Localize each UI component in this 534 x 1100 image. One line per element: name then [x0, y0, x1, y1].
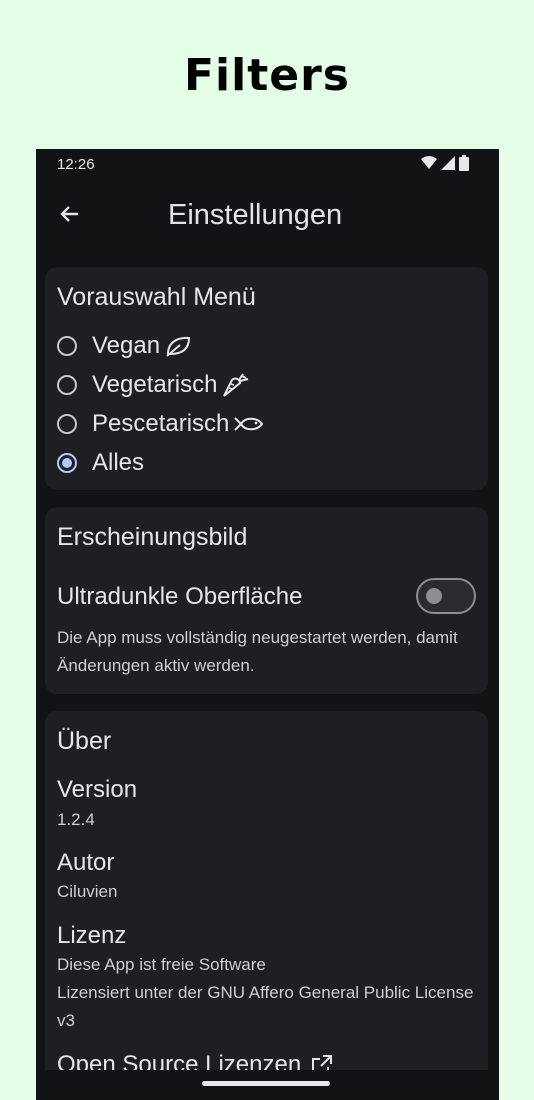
radio-option-all[interactable]: Alles	[57, 447, 144, 479]
appearance-card: Erscheinungsbild Ultradunkle Oberfläche …	[45, 507, 488, 694]
radio-option-vegetarian[interactable]: Vegetarisch	[57, 369, 251, 401]
app-bar: Einstellungen	[36, 189, 499, 245]
leaf-icon	[164, 334, 192, 358]
appearance-title: Erscheinungsbild	[57, 523, 248, 551]
radio-label: Pescetarisch	[92, 410, 230, 437]
phone-screen: 12:26 Einstellungen Vorauswahl Menü Vega…	[36, 149, 499, 1100]
ultradark-label: Ultradunkle Oberfläche	[57, 583, 303, 610]
about-card: Über Version 1.2.4 Autor Ciluvien Lizenz…	[45, 711, 488, 1091]
back-button[interactable]	[52, 197, 86, 231]
radio-button[interactable]	[57, 336, 77, 356]
status-bar: 12:26	[36, 149, 499, 179]
license-label: Lizenz	[57, 922, 127, 949]
radio-label: Vegetarisch	[92, 371, 218, 398]
radio-label: Vegan	[92, 332, 161, 359]
radio-button[interactable]	[57, 414, 77, 434]
signal-icon	[441, 156, 455, 170]
ultradark-toggle[interactable]	[416, 578, 476, 614]
version-label: Version	[57, 776, 138, 803]
arrow-back-icon	[60, 206, 78, 222]
battery-icon	[459, 155, 469, 171]
radio-label: Alles	[92, 449, 145, 476]
status-icons	[421, 155, 469, 171]
navigation-bar	[36, 1070, 499, 1100]
fish-icon	[233, 413, 265, 435]
page-title: Einstellungen	[168, 199, 343, 231]
banner-title: Filters	[184, 50, 350, 101]
toggle-knob	[426, 588, 442, 604]
wifi-icon	[421, 156, 437, 169]
license-line-1: Diese App ist freie Software	[57, 955, 266, 974]
radio-button-selected[interactable]	[57, 453, 77, 473]
status-time: 12:26	[57, 156, 95, 173]
preselection-title: Vorauswahl Menü	[57, 283, 256, 311]
about-title: Über	[57, 727, 112, 755]
preselection-card: Vorauswahl Menü Vegan Vegetarisch Pescet…	[45, 267, 488, 490]
author-label: Autor	[57, 849, 115, 876]
version-value: 1.2.4	[57, 810, 95, 829]
gesture-handle[interactable]	[202, 1081, 330, 1086]
radio-option-pescetarian[interactable]: Pescetarisch	[57, 408, 265, 440]
radio-option-vegan[interactable]: Vegan	[57, 330, 192, 362]
restart-hint: Die App muss vollständig neugestartet we…	[57, 628, 458, 675]
radio-button[interactable]	[57, 375, 77, 395]
carrot-icon	[221, 372, 251, 398]
license-line-2: Lizensiert unter der GNU Affero General …	[57, 983, 474, 1030]
author-value: Ciluvien	[57, 882, 118, 901]
